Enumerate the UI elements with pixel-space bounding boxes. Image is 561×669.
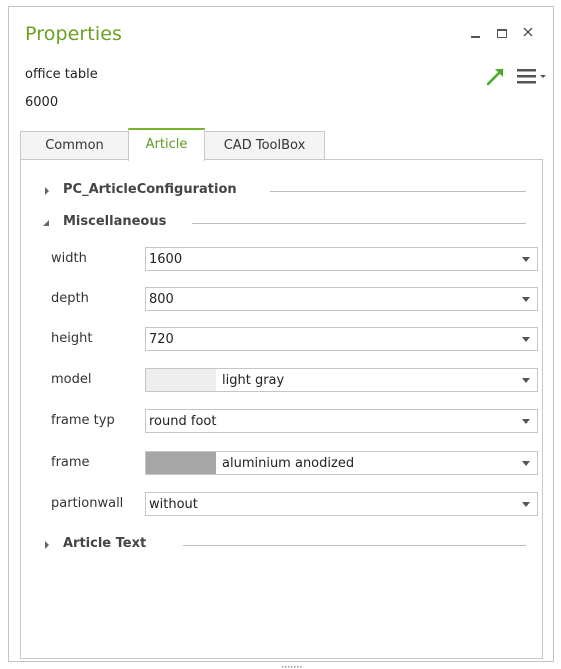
object-number: 6000 [25, 95, 59, 110]
width-select[interactable]: 1600 [145, 247, 538, 271]
group-article-text[interactable]: Article Text [21, 536, 542, 556]
property-row-width: width 1600 [21, 247, 542, 271]
property-value: aluminium anodized [222, 456, 355, 471]
frame-typ-select[interactable]: round foot [145, 409, 538, 433]
group-label: Miscellaneous [63, 214, 175, 229]
group-divider [192, 223, 526, 224]
model-select[interactable]: light gray [145, 368, 538, 392]
arrow-up-right-icon [486, 68, 504, 86]
property-row-model: model light gray [21, 368, 542, 392]
property-row-height: height 720 [21, 327, 542, 351]
tab-article[interactable]: Article [128, 128, 205, 161]
property-label: model [51, 372, 92, 387]
close-icon [523, 27, 533, 37]
property-row-frame-typ: frame typ round foot [21, 409, 542, 433]
property-row-partionwall: partionwall without [21, 492, 542, 516]
collapse-arrow-icon[interactable] [42, 217, 52, 229]
property-label: frame [51, 455, 90, 470]
property-label: depth [51, 291, 89, 306]
group-miscellaneous[interactable]: Miscellaneous [21, 214, 542, 234]
menu-button[interactable] [517, 67, 547, 85]
property-value: round foot [149, 414, 217, 429]
property-label: frame typ [51, 413, 115, 428]
dropdown-arrow-icon[interactable] [522, 461, 530, 466]
depth-select[interactable]: 800 [145, 287, 538, 311]
property-row-frame: frame aluminium anodized [21, 451, 542, 475]
maximize-icon [497, 29, 507, 38]
object-name: office table [25, 67, 98, 82]
close-button[interactable] [523, 25, 533, 41]
property-value: 1600 [149, 252, 183, 267]
property-value: 800 [149, 292, 174, 307]
property-value: without [149, 497, 198, 512]
tab-content-panel: PC_ArticleConfiguration Miscellaneous wi… [20, 159, 543, 659]
partionwall-select[interactable]: without [145, 492, 538, 516]
property-value: light gray [222, 373, 285, 388]
property-label: width [51, 251, 87, 266]
group-divider [183, 545, 526, 546]
expand-arrow-icon[interactable] [42, 539, 52, 551]
hamburger-menu-icon [517, 69, 546, 84]
group-label: PC_ArticleConfiguration [63, 182, 245, 197]
property-value: 720 [149, 332, 174, 347]
group-divider [270, 191, 526, 192]
height-select[interactable]: 720 [145, 327, 538, 351]
property-label: height [51, 331, 93, 346]
property-label: partionwall [51, 496, 124, 511]
dropdown-arrow-icon[interactable] [522, 378, 530, 383]
minimize-button[interactable] [471, 25, 480, 42]
frame-select[interactable]: aluminium anodized [145, 451, 538, 475]
dropdown-arrow-icon[interactable] [522, 337, 530, 342]
dropdown-arrow-icon[interactable] [522, 502, 530, 507]
tab-common[interactable]: Common [20, 131, 129, 159]
properties-window: Properties office table 6000 Common Arti… [8, 6, 554, 668]
minimize-icon [471, 36, 480, 38]
dropdown-arrow-icon[interactable] [522, 419, 530, 424]
group-label: Article Text [63, 536, 155, 551]
group-pc-article-configuration[interactable]: PC_ArticleConfiguration [21, 182, 542, 202]
maximize-button[interactable] [497, 25, 507, 42]
color-swatch [146, 452, 216, 474]
color-swatch [146, 369, 216, 391]
tab-cad-toolbox[interactable]: CAD ToolBox [204, 131, 325, 159]
property-row-depth: depth 800 [21, 287, 542, 311]
arrow-button[interactable] [485, 65, 507, 87]
expand-arrow-icon[interactable] [42, 185, 52, 197]
window-title: Properties [25, 23, 123, 45]
dropdown-arrow-icon[interactable] [522, 257, 530, 262]
dropdown-arrow-icon[interactable] [522, 297, 530, 302]
